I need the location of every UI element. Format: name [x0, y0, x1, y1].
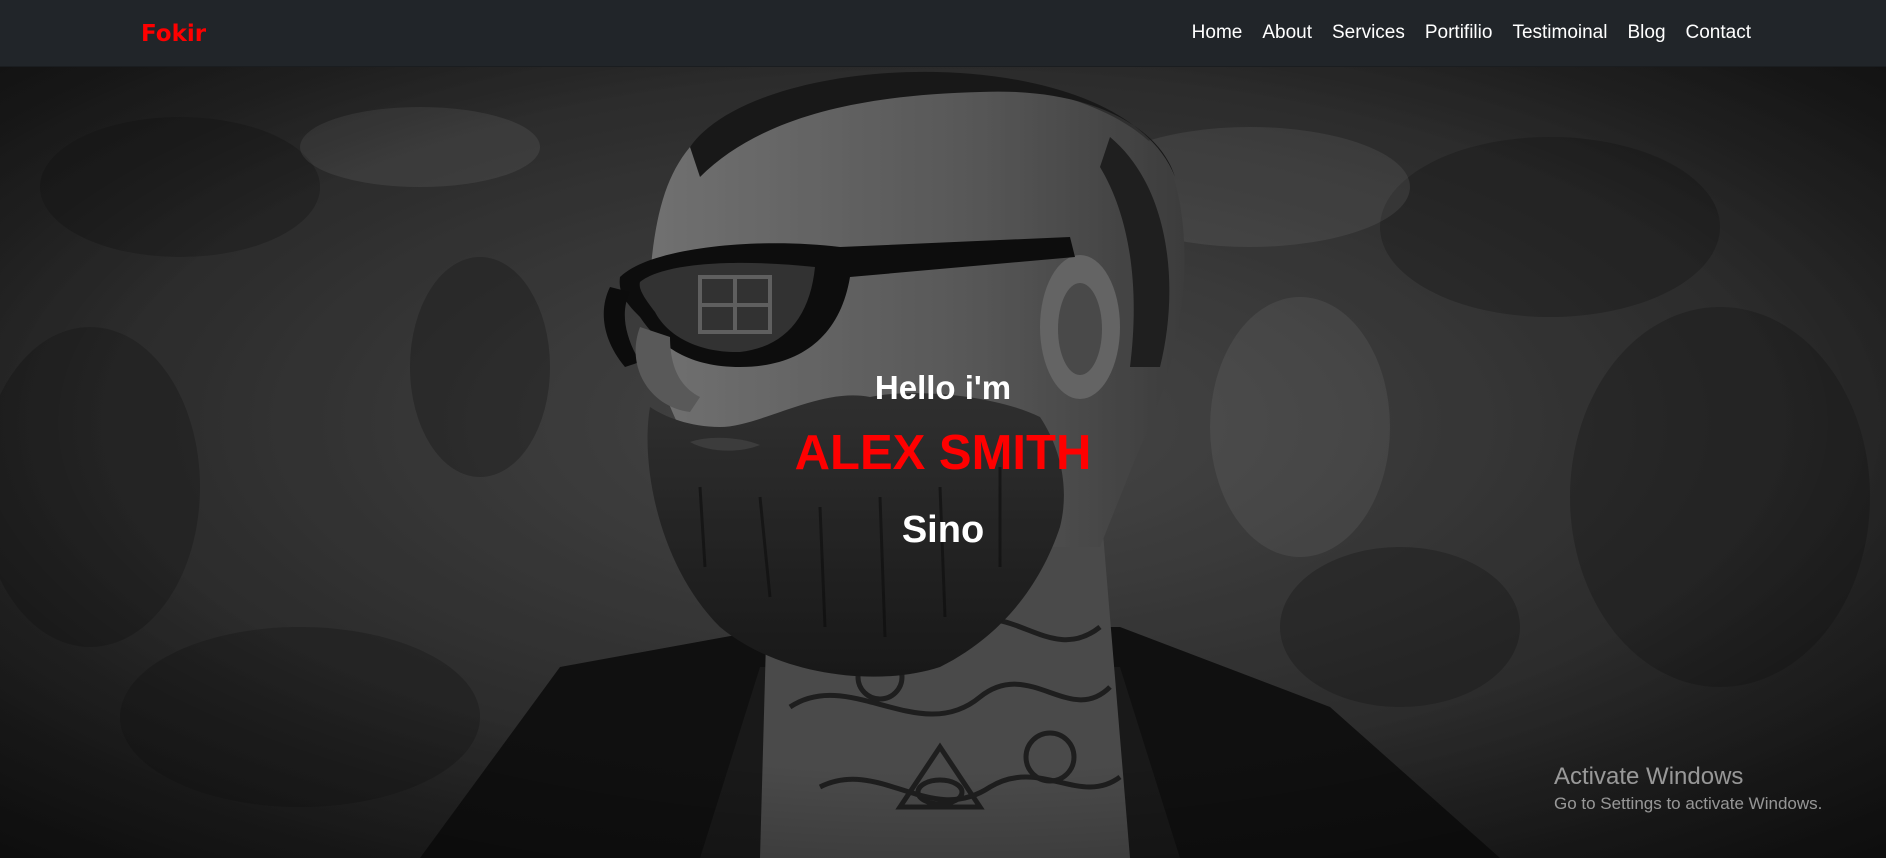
watermark-title: Activate Windows [1554, 763, 1744, 790]
top-navbar: Fokir Home About Services Portifilio Tes… [0, 0, 1886, 67]
windows-activation-watermark: Activate Windows Go to Settings to activ… [1554, 762, 1822, 816]
nav-link-testimonial[interactable]: Testimoinal [1512, 22, 1607, 43]
nav-link-home[interactable]: Home [1192, 22, 1243, 43]
nav-link-about[interactable]: About [1262, 22, 1312, 43]
nav-menu: Home About Services Portifilio Testimoin… [1172, 20, 1751, 46]
brand-logo[interactable]: Fokir [141, 20, 206, 48]
hero-role: Sino [901, 509, 985, 551]
hero-greeting: Hello i'm [874, 369, 1012, 406]
nav-link-services[interactable]: Services [1332, 22, 1405, 43]
page: Fokir Home About Services Portifilio Tes… [0, 0, 1886, 858]
hero-section: Hello i'm ALEX SMITH Sino [0, 67, 1886, 858]
nav-link-blog[interactable]: Blog [1627, 22, 1665, 43]
nav-link-contact[interactable]: Contact [1686, 22, 1751, 43]
nav-link-portfolio[interactable]: Portifilio [1425, 22, 1493, 43]
watermark-subtitle: Go to Settings to activate Windows. [1554, 794, 1823, 813]
hero-name: ALEX SMITH [794, 426, 1092, 480]
